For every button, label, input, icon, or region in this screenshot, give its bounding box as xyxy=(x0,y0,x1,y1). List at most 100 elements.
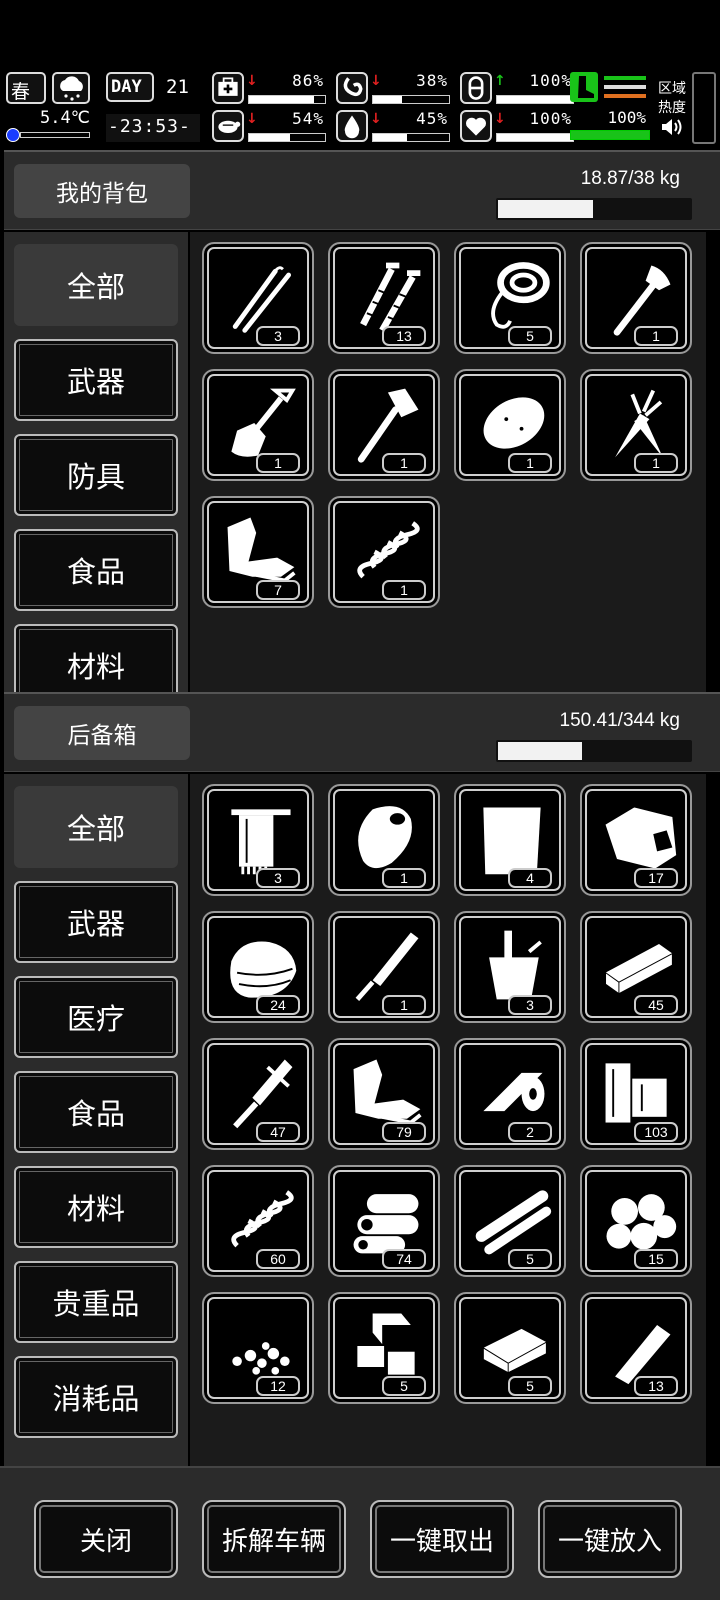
trunk-category-tab[interactable]: 全部 xyxy=(14,786,178,868)
day-number: 21 xyxy=(166,76,189,98)
stat-bar xyxy=(248,95,326,104)
item-count-badge: 103 xyxy=(634,1122,678,1142)
item-slot-bucket[interactable]: 3 xyxy=(454,911,566,1023)
item-slot-spring[interactable]: 60 xyxy=(202,1165,314,1277)
stat-value: 38% xyxy=(416,71,448,90)
item-slot-spring[interactable]: 1 xyxy=(328,496,440,608)
item-count-badge: 1 xyxy=(256,453,300,473)
item-slot-rasp-tool[interactable]: 47 xyxy=(202,1038,314,1150)
stat-bar xyxy=(248,133,326,142)
item-slot-axe[interactable]: 1 xyxy=(580,242,692,354)
status-bar: 春 5.4℃ DAY 21 -23:53- ↓ 86% ↓ 38% ↑ 100% ↓ 54% ↓… xyxy=(0,70,720,148)
item-count-badge: 74 xyxy=(382,1249,426,1269)
arrow-down-icon: ↓ xyxy=(246,111,258,127)
item-slot-bricks[interactable]: 5 xyxy=(328,1292,440,1404)
item-slot-stuffed-bag[interactable]: 17 xyxy=(580,784,692,896)
trunk-category-tab[interactable]: 消耗品 xyxy=(14,1356,178,1438)
capsule-icon xyxy=(460,72,492,104)
item-slot-firewood[interactable]: 103 xyxy=(580,1038,692,1150)
item-count-badge: 60 xyxy=(256,1249,300,1269)
backpack-category-tab[interactable]: 武器 xyxy=(14,339,178,421)
trunk-category-list: 全部武器医疗食品材料贵重品消耗品 xyxy=(4,774,188,1466)
category-label: 食品 xyxy=(66,1097,125,1131)
item-slot-gravel[interactable]: 12 xyxy=(202,1292,314,1404)
trunk-weight-bar xyxy=(496,740,692,762)
item-count-badge: 4 xyxy=(508,868,552,888)
item-slot-hatchet[interactable]: 1 xyxy=(328,369,440,481)
backpack-category-tab[interactable]: 材料 xyxy=(14,624,178,692)
stat-mood: ↓ 100% xyxy=(460,109,574,144)
boot-icon xyxy=(570,72,598,102)
backpack-category-tab[interactable]: 全部 xyxy=(14,244,178,326)
category-label: 食品 xyxy=(66,555,125,589)
item-slot-rags[interactable]: 24 xyxy=(202,911,314,1023)
item-count-badge: 1 xyxy=(382,995,426,1015)
item-slot-towel[interactable]: 3 xyxy=(202,784,314,896)
item-count-badge: 45 xyxy=(634,995,678,1015)
area-heat-label-2: 热度 xyxy=(658,100,686,116)
item-slot-tape-roll[interactable]: 2 xyxy=(454,1038,566,1150)
stamina-value: 100% xyxy=(607,108,646,127)
backpack-category-list: 全部武器防具食品材料 xyxy=(4,232,188,692)
item-slot-potato[interactable]: 1 xyxy=(454,369,566,481)
trunk-category-tab[interactable]: 材料 xyxy=(14,1166,178,1248)
take-all-button[interactable]: 一键取出 xyxy=(370,1500,514,1578)
item-slot-screws[interactable]: 13 xyxy=(328,242,440,354)
item-slot-cloth[interactable]: 4 xyxy=(454,784,566,896)
clock-value: -23:53- xyxy=(108,116,191,137)
item-count-badge: 13 xyxy=(634,1376,678,1396)
area-heat-meter xyxy=(692,72,716,144)
item-count-badge: 79 xyxy=(382,1122,426,1142)
speaker-icon[interactable] xyxy=(660,116,684,138)
trunk-header: 后备箱 150.41/344 kg xyxy=(4,692,720,772)
item-slot-sponge[interactable]: 5 xyxy=(454,1292,566,1404)
item-slot-stones[interactable]: 15 xyxy=(580,1165,692,1277)
weather-box xyxy=(52,72,90,104)
category-label: 全部 xyxy=(66,812,125,846)
stat-value: 54% xyxy=(292,109,324,128)
item-slot-machete[interactable]: 1 xyxy=(328,911,440,1023)
temperature-bar xyxy=(6,128,90,142)
item-slot-wood-plank[interactable]: 45 xyxy=(580,911,692,1023)
action-bar: 关闭 拆解车辆 一键取出 一键放入 xyxy=(0,1466,720,1600)
backpack-category-tab[interactable]: 防具 xyxy=(14,434,178,516)
put-all-button[interactable]: 一键放入 xyxy=(538,1500,682,1578)
category-label: 防具 xyxy=(66,460,125,494)
item-slot-raw-meat[interactable]: 1 xyxy=(328,784,440,896)
item-slot-lockpicks[interactable]: 3 xyxy=(202,242,314,354)
trunk-weight: 150.41/344 kg xyxy=(559,710,680,731)
trunk-title[interactable]: 后备箱 xyxy=(14,706,190,760)
item-slot-rope[interactable]: 5 xyxy=(454,242,566,354)
clock-box: -23:53- xyxy=(106,114,200,142)
stat-value: 86% xyxy=(292,71,324,90)
item-count-badge: 13 xyxy=(382,326,426,346)
trunk-category-tab[interactable]: 食品 xyxy=(14,1071,178,1153)
item-slot-scrap-metal[interactable]: 79 xyxy=(328,1038,440,1150)
stat-value: 45% xyxy=(416,109,448,128)
item-count-badge: 3 xyxy=(256,868,300,888)
season-label: 春 xyxy=(11,81,31,103)
close-button[interactable]: 关闭 xyxy=(34,1500,178,1578)
item-slot-scrap-metal[interactable]: 7 xyxy=(202,496,314,608)
item-slot-shovel[interactable]: 1 xyxy=(202,369,314,481)
trunk-category-tab[interactable]: 武器 xyxy=(14,881,178,963)
area-heat-label-1: 区域 xyxy=(658,81,686,97)
backpack-title[interactable]: 我的背包 xyxy=(14,164,190,218)
day-label: DAY xyxy=(111,77,142,97)
arrow-down-icon: ↓ xyxy=(246,73,258,89)
trunk-category-tab[interactable]: 医疗 xyxy=(14,976,178,1058)
category-label: 材料 xyxy=(66,650,125,684)
item-slot-carrot[interactable]: 1 xyxy=(580,369,692,481)
category-label: 医疗 xyxy=(66,1002,125,1036)
trunk-category-tab[interactable]: 贵重品 xyxy=(14,1261,178,1343)
stat-bar xyxy=(496,133,574,142)
dismantle-vehicle-button[interactable]: 拆解车辆 xyxy=(202,1500,346,1578)
item-slot-tube[interactable]: 13 xyxy=(580,1292,692,1404)
arrow-up-icon: ↑ xyxy=(494,73,506,89)
item-count-badge: 17 xyxy=(634,868,678,888)
backpack-weight: 18.87/38 kg xyxy=(580,168,680,189)
item-count-badge: 15 xyxy=(634,1249,678,1269)
item-slot-logs[interactable]: 74 xyxy=(328,1165,440,1277)
backpack-category-tab[interactable]: 食品 xyxy=(14,529,178,611)
item-slot-pipes[interactable]: 5 xyxy=(454,1165,566,1277)
